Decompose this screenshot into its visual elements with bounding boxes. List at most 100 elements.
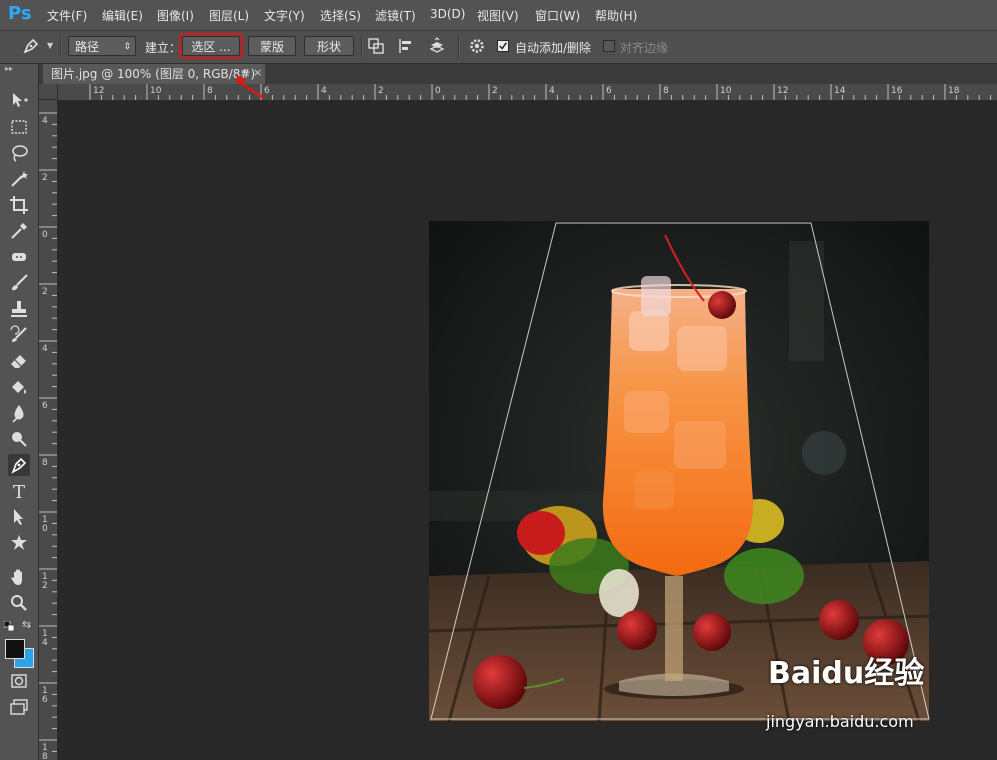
menu-bar: Ps 文件(F) 编辑(E) 图像(I) 图层(L) 文字(Y) 选择(S) 滤… bbox=[0, 0, 997, 31]
document-tab[interactable]: 图片.jpg @ 100% (图层 0, RGB/8#) * bbox=[43, 64, 265, 84]
photoshop-logo: Ps bbox=[8, 3, 32, 24]
horizontal-ruler-tick-label: 14 bbox=[834, 86, 846, 96]
make-selection-button[interactable]: 选区 ... bbox=[179, 33, 243, 59]
menu-image[interactable]: 图像(I) bbox=[157, 7, 194, 24]
dodge-tool-icon[interactable] bbox=[8, 428, 30, 450]
pen-tool-icon[interactable] bbox=[8, 454, 30, 476]
menu-3d[interactable]: 3D(D) bbox=[430, 7, 465, 21]
lasso-tool-icon[interactable] bbox=[8, 142, 30, 164]
menu-view[interactable]: 视图(V) bbox=[477, 7, 519, 24]
select-arrows-icon: ⇕ bbox=[123, 42, 131, 52]
menu-filter[interactable]: 滤镜(T) bbox=[375, 7, 416, 24]
separator bbox=[458, 35, 460, 59]
document-image[interactable] bbox=[429, 221, 929, 721]
document-tab-bar: 图片.jpg @ 100% (图层 0, RGB/8#) * × bbox=[39, 64, 997, 84]
document-tab-title: 图片.jpg @ 100% (图层 0, RGB/8#) bbox=[51, 67, 256, 81]
path-alignment-icon[interactable] bbox=[397, 37, 415, 55]
foreground-color-swatch[interactable] bbox=[5, 639, 25, 659]
zoom-tool-icon[interactable] bbox=[8, 592, 30, 614]
horizontal-ruler-tick-label: 10 bbox=[150, 86, 162, 96]
horizontal-ruler-tick-label: 10 bbox=[720, 86, 732, 96]
watermark-url: jingyan.baidu.com bbox=[766, 712, 914, 731]
path-selection-tool-icon[interactable] bbox=[8, 506, 30, 528]
history-brush-tool-icon[interactable] bbox=[8, 324, 30, 346]
marquee-tool-icon[interactable] bbox=[8, 116, 30, 138]
horizontal-ruler-tick-label: 8 bbox=[207, 86, 213, 96]
path-operations-icon[interactable] bbox=[367, 37, 385, 55]
crop-tool-icon[interactable] bbox=[8, 194, 30, 216]
path-arrangement-icon[interactable] bbox=[428, 37, 446, 55]
horizontal-ruler[interactable]: 12 10 8 6 4 2 0 2 4 6 8 10 12 14 16 18 bbox=[58, 84, 997, 101]
hand-tool-icon[interactable] bbox=[8, 566, 30, 588]
document-modified-marker: * bbox=[241, 67, 247, 81]
blur-tool-icon[interactable] bbox=[8, 402, 30, 424]
watermark-brand: Baidu经验 bbox=[768, 656, 925, 691]
custom-shape-tool-icon[interactable] bbox=[8, 532, 30, 554]
swap-colors-icon[interactable]: ⇆ bbox=[22, 618, 34, 631]
horizontal-ruler-tick-label: 16 bbox=[891, 86, 903, 96]
horizontal-ruler-tick-label: 2 bbox=[378, 86, 384, 96]
vertical-ruler-tick-label: 4 bbox=[42, 638, 48, 648]
horizontal-ruler-tick-label: 12 bbox=[777, 86, 788, 96]
healing-brush-tool-icon[interactable] bbox=[8, 246, 30, 268]
vertical-ruler-tick-label: 2 bbox=[42, 287, 48, 297]
separator bbox=[361, 35, 363, 59]
menu-window[interactable]: 窗口(W) bbox=[535, 7, 580, 24]
vertical-ruler-tick-label: 8 bbox=[42, 752, 48, 760]
gear-icon[interactable] bbox=[468, 37, 486, 55]
pen-tool-preset-icon[interactable] bbox=[22, 37, 40, 55]
horizontal-ruler-tick-label: 4 bbox=[321, 86, 327, 96]
horizontal-ruler-tick-label: 8 bbox=[663, 86, 669, 96]
svg-text:T: T bbox=[13, 482, 25, 502]
magic-wand-tool-icon[interactable] bbox=[8, 168, 30, 190]
vertical-ruler-tick-label: 0 bbox=[42, 524, 48, 534]
tool-mode-select[interactable]: 路径 ⇕ bbox=[68, 36, 136, 56]
make-label: 建立： bbox=[145, 41, 182, 55]
make-mask-button[interactable]: 蒙版 bbox=[248, 36, 296, 56]
move-tool-icon[interactable] bbox=[8, 90, 30, 112]
make-shape-button[interactable]: 形状 bbox=[304, 36, 354, 56]
separator bbox=[60, 35, 62, 59]
quick-mask-icon[interactable] bbox=[8, 670, 30, 692]
clone-stamp-tool-icon[interactable] bbox=[8, 298, 30, 320]
horizontal-ruler-tick-label: 12 bbox=[93, 86, 104, 96]
auto-add-delete-checkbox[interactable] bbox=[497, 40, 509, 52]
horizontal-ruler-tick-label: 6 bbox=[606, 86, 612, 96]
vertical-ruler-tick-label: 4 bbox=[42, 116, 48, 126]
chevron-down-icon[interactable]: ▼ bbox=[47, 41, 53, 50]
horizontal-ruler-tick-label: 2 bbox=[492, 86, 498, 96]
menu-select[interactable]: 选择(S) bbox=[320, 7, 361, 24]
tool-mode-value: 路径 bbox=[75, 40, 100, 54]
paint-bucket-tool-icon[interactable] bbox=[8, 376, 30, 398]
vertical-ruler-tick-label: 6 bbox=[42, 695, 48, 705]
vertical-ruler[interactable]: 42024681012141618 bbox=[39, 100, 58, 760]
vertical-ruler-tick-label: 4 bbox=[42, 344, 48, 354]
horizontal-ruler-tick-label: 0 bbox=[435, 86, 441, 96]
menu-edit[interactable]: 编辑(E) bbox=[102, 7, 143, 24]
align-edges-label: 对齐边缘 bbox=[620, 41, 669, 55]
vertical-ruler-tick-label: 8 bbox=[42, 458, 48, 468]
close-tab-icon[interactable]: × bbox=[253, 66, 262, 79]
type-tool-icon[interactable]: T bbox=[8, 480, 30, 503]
vertical-ruler-tick-label: 2 bbox=[42, 581, 48, 591]
menu-file[interactable]: 文件(F) bbox=[47, 7, 87, 24]
align-edges-checkbox[interactable] bbox=[603, 40, 615, 52]
screen-mode-icon[interactable] bbox=[8, 696, 30, 718]
menu-type[interactable]: 文字(Y) bbox=[264, 7, 305, 24]
menu-layer[interactable]: 图层(L) bbox=[209, 7, 249, 24]
ruler-origin[interactable] bbox=[39, 84, 58, 100]
tools-panel: ▸▸ T ⇆ bbox=[0, 64, 39, 760]
horizontal-ruler-tick-label: 18 bbox=[948, 86, 960, 96]
brush-tool-icon[interactable] bbox=[8, 272, 30, 294]
options-bar: ▼ 路径 ⇕ 建立： 选区 ... 蒙版 形状 自动添加/删除 对齐边缘 bbox=[0, 31, 997, 64]
vertical-ruler-tick-label: 6 bbox=[42, 401, 48, 411]
collapse-panel-icon[interactable]: ▸▸ bbox=[5, 64, 13, 73]
horizontal-ruler-tick-label: 4 bbox=[549, 86, 555, 96]
vertical-ruler-tick-label: 2 bbox=[42, 173, 48, 183]
menu-help[interactable]: 帮助(H) bbox=[595, 7, 637, 24]
eraser-tool-icon[interactable] bbox=[8, 350, 30, 372]
auto-add-delete-label: 自动添加/删除 bbox=[515, 41, 592, 55]
eyedropper-tool-icon[interactable] bbox=[8, 220, 30, 242]
default-colors-icon[interactable] bbox=[3, 620, 15, 632]
horizontal-ruler-tick-label: 6 bbox=[264, 86, 270, 96]
